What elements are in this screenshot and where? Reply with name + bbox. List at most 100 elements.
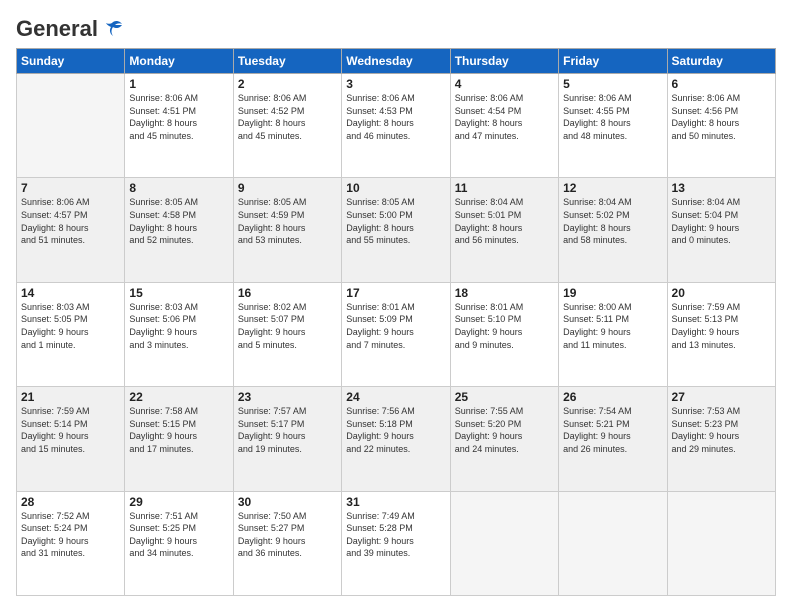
calendar-day-cell: 27Sunrise: 7:53 AM Sunset: 5:23 PM Dayli… [667,387,775,491]
day-info: Sunrise: 8:03 AM Sunset: 5:05 PM Dayligh… [21,301,120,351]
day-number: 12 [563,181,662,195]
day-number: 15 [129,286,228,300]
logo: General [16,16,124,38]
calendar-week-row: 1Sunrise: 8:06 AM Sunset: 4:51 PM Daylig… [17,74,776,178]
calendar-day-cell: 24Sunrise: 7:56 AM Sunset: 5:18 PM Dayli… [342,387,450,491]
calendar-day-cell: 3Sunrise: 8:06 AM Sunset: 4:53 PM Daylig… [342,74,450,178]
day-info: Sunrise: 8:06 AM Sunset: 4:51 PM Dayligh… [129,92,228,142]
day-info: Sunrise: 8:02 AM Sunset: 5:07 PM Dayligh… [238,301,337,351]
day-number: 1 [129,77,228,91]
day-number: 26 [563,390,662,404]
calendar-day-cell: 16Sunrise: 8:02 AM Sunset: 5:07 PM Dayli… [233,282,341,386]
calendar-day-cell: 11Sunrise: 8:04 AM Sunset: 5:01 PM Dayli… [450,178,558,282]
day-info: Sunrise: 7:53 AM Sunset: 5:23 PM Dayligh… [672,405,771,455]
calendar-day-cell: 5Sunrise: 8:06 AM Sunset: 4:55 PM Daylig… [559,74,667,178]
day-number: 10 [346,181,445,195]
day-info: Sunrise: 8:01 AM Sunset: 5:09 PM Dayligh… [346,301,445,351]
calendar-day-cell: 12Sunrise: 8:04 AM Sunset: 5:02 PM Dayli… [559,178,667,282]
calendar-day-cell: 10Sunrise: 8:05 AM Sunset: 5:00 PM Dayli… [342,178,450,282]
calendar-header-monday: Monday [125,49,233,74]
calendar-header-tuesday: Tuesday [233,49,341,74]
calendar-day-cell: 31Sunrise: 7:49 AM Sunset: 5:28 PM Dayli… [342,491,450,595]
day-info: Sunrise: 8:06 AM Sunset: 4:56 PM Dayligh… [672,92,771,142]
calendar-day-cell: 2Sunrise: 8:06 AM Sunset: 4:52 PM Daylig… [233,74,341,178]
day-info: Sunrise: 7:59 AM Sunset: 5:13 PM Dayligh… [672,301,771,351]
calendar-day-cell: 9Sunrise: 8:05 AM Sunset: 4:59 PM Daylig… [233,178,341,282]
logo-general-text: General [16,16,98,42]
calendar-day-cell: 13Sunrise: 8:04 AM Sunset: 5:04 PM Dayli… [667,178,775,282]
day-info: Sunrise: 8:01 AM Sunset: 5:10 PM Dayligh… [455,301,554,351]
calendar-day-cell: 15Sunrise: 8:03 AM Sunset: 5:06 PM Dayli… [125,282,233,386]
calendar-header-thursday: Thursday [450,49,558,74]
calendar-week-row: 21Sunrise: 7:59 AM Sunset: 5:14 PM Dayli… [17,387,776,491]
day-number: 18 [455,286,554,300]
calendar-week-row: 14Sunrise: 8:03 AM Sunset: 5:05 PM Dayli… [17,282,776,386]
day-number: 19 [563,286,662,300]
day-number: 24 [346,390,445,404]
calendar-day-cell: 29Sunrise: 7:51 AM Sunset: 5:25 PM Dayli… [125,491,233,595]
day-number: 11 [455,181,554,195]
day-info: Sunrise: 8:06 AM Sunset: 4:55 PM Dayligh… [563,92,662,142]
day-number: 29 [129,495,228,509]
day-number: 4 [455,77,554,91]
day-info: Sunrise: 7:59 AM Sunset: 5:14 PM Dayligh… [21,405,120,455]
calendar-header-friday: Friday [559,49,667,74]
day-info: Sunrise: 8:05 AM Sunset: 4:59 PM Dayligh… [238,196,337,246]
calendar-header-row: SundayMondayTuesdayWednesdayThursdayFrid… [17,49,776,74]
day-number: 3 [346,77,445,91]
calendar-day-cell: 7Sunrise: 8:06 AM Sunset: 4:57 PM Daylig… [17,178,125,282]
day-number: 22 [129,390,228,404]
calendar-day-cell [559,491,667,595]
day-info: Sunrise: 8:04 AM Sunset: 5:01 PM Dayligh… [455,196,554,246]
calendar-day-cell: 1Sunrise: 8:06 AM Sunset: 4:51 PM Daylig… [125,74,233,178]
calendar-day-cell: 28Sunrise: 7:52 AM Sunset: 5:24 PM Dayli… [17,491,125,595]
calendar-day-cell: 18Sunrise: 8:01 AM Sunset: 5:10 PM Dayli… [450,282,558,386]
calendar-day-cell [450,491,558,595]
day-number: 27 [672,390,771,404]
day-info: Sunrise: 7:50 AM Sunset: 5:27 PM Dayligh… [238,510,337,560]
header: General [16,16,776,38]
calendar-week-row: 7Sunrise: 8:06 AM Sunset: 4:57 PM Daylig… [17,178,776,282]
day-info: Sunrise: 8:00 AM Sunset: 5:11 PM Dayligh… [563,301,662,351]
day-number: 25 [455,390,554,404]
calendar-header-saturday: Saturday [667,49,775,74]
day-info: Sunrise: 8:06 AM Sunset: 4:53 PM Dayligh… [346,92,445,142]
calendar-day-cell [667,491,775,595]
day-info: Sunrise: 8:05 AM Sunset: 5:00 PM Dayligh… [346,196,445,246]
day-number: 30 [238,495,337,509]
calendar-day-cell: 20Sunrise: 7:59 AM Sunset: 5:13 PM Dayli… [667,282,775,386]
calendar-day-cell: 23Sunrise: 7:57 AM Sunset: 5:17 PM Dayli… [233,387,341,491]
calendar-day-cell: 19Sunrise: 8:00 AM Sunset: 5:11 PM Dayli… [559,282,667,386]
calendar-day-cell: 30Sunrise: 7:50 AM Sunset: 5:27 PM Dayli… [233,491,341,595]
day-number: 13 [672,181,771,195]
day-info: Sunrise: 8:04 AM Sunset: 5:04 PM Dayligh… [672,196,771,246]
day-info: Sunrise: 7:56 AM Sunset: 5:18 PM Dayligh… [346,405,445,455]
calendar-header-sunday: Sunday [17,49,125,74]
calendar-day-cell: 26Sunrise: 7:54 AM Sunset: 5:21 PM Dayli… [559,387,667,491]
calendar-day-cell: 22Sunrise: 7:58 AM Sunset: 5:15 PM Dayli… [125,387,233,491]
day-info: Sunrise: 8:06 AM Sunset: 4:57 PM Dayligh… [21,196,120,246]
day-number: 23 [238,390,337,404]
day-number: 17 [346,286,445,300]
calendar-day-cell: 21Sunrise: 7:59 AM Sunset: 5:14 PM Dayli… [17,387,125,491]
day-info: Sunrise: 8:06 AM Sunset: 4:54 PM Dayligh… [455,92,554,142]
calendar-week-row: 28Sunrise: 7:52 AM Sunset: 5:24 PM Dayli… [17,491,776,595]
page-container: General SundayMondayTuesdayWednesdayThur… [0,0,792,612]
day-info: Sunrise: 7:54 AM Sunset: 5:21 PM Dayligh… [563,405,662,455]
day-info: Sunrise: 7:51 AM Sunset: 5:25 PM Dayligh… [129,510,228,560]
day-number: 21 [21,390,120,404]
calendar-day-cell: 8Sunrise: 8:05 AM Sunset: 4:58 PM Daylig… [125,178,233,282]
day-number: 14 [21,286,120,300]
calendar-day-cell: 14Sunrise: 8:03 AM Sunset: 5:05 PM Dayli… [17,282,125,386]
day-number: 2 [238,77,337,91]
calendar-table: SundayMondayTuesdayWednesdayThursdayFrid… [16,48,776,596]
day-number: 20 [672,286,771,300]
day-number: 9 [238,181,337,195]
day-number: 31 [346,495,445,509]
day-info: Sunrise: 7:58 AM Sunset: 5:15 PM Dayligh… [129,405,228,455]
day-info: Sunrise: 7:52 AM Sunset: 5:24 PM Dayligh… [21,510,120,560]
day-info: Sunrise: 8:03 AM Sunset: 5:06 PM Dayligh… [129,301,228,351]
calendar-day-cell: 25Sunrise: 7:55 AM Sunset: 5:20 PM Dayli… [450,387,558,491]
day-info: Sunrise: 8:04 AM Sunset: 5:02 PM Dayligh… [563,196,662,246]
day-number: 6 [672,77,771,91]
